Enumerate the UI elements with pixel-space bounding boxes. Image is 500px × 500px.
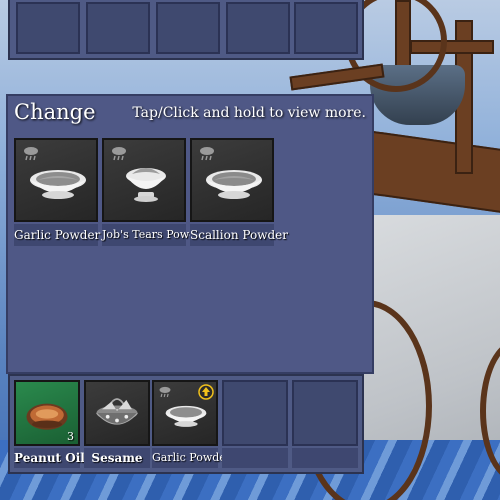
inventory-slot-peanut-oil[interactable]: 3 xyxy=(14,380,80,446)
inventory-slot[interactable] xyxy=(226,2,290,54)
panel-title: Change xyxy=(14,100,96,124)
slot-label: Garlic Powder xyxy=(152,448,231,468)
bottom-inventory-panel: 3 Peanut Oil Sesame Garlic Powder xyxy=(8,374,364,474)
change-item[interactable]: Garlic Powder xyxy=(14,138,100,246)
rain-cloud-icon xyxy=(24,147,38,161)
upgrade-arrow-icon xyxy=(198,384,214,400)
garlic-powder-bowl-icon xyxy=(30,170,86,199)
rain-cloud-icon xyxy=(200,147,214,161)
inventory-slot[interactable] xyxy=(16,2,80,54)
item-icon-frame[interactable] xyxy=(14,138,98,222)
garlic-powder-bowl-icon xyxy=(165,405,207,427)
item-label: Scallion Powder xyxy=(190,224,288,246)
inventory-slot[interactable] xyxy=(294,2,358,54)
rain-cloud-icon xyxy=(159,386,171,398)
panel-hint: Tap/Click and hold to view more. xyxy=(132,105,366,121)
inventory-slot[interactable] xyxy=(156,2,220,54)
sesame-basket-icon xyxy=(96,398,138,425)
scallion-powder-bowl-icon xyxy=(206,170,262,199)
item-icon-frame[interactable] xyxy=(102,138,186,222)
slot-label: Peanut Oil xyxy=(14,448,85,468)
inventory-slot[interactable] xyxy=(86,2,150,54)
slot-label-empty xyxy=(222,448,288,468)
jobs-tears-powder-bowl-icon xyxy=(126,168,166,202)
slot-label-empty xyxy=(292,448,358,468)
inventory-slot-empty[interactable] xyxy=(292,380,358,446)
inventory-slot-garlic-powder[interactable] xyxy=(152,380,218,446)
inventory-slot-empty[interactable] xyxy=(222,380,288,446)
change-item[interactable]: Scallion Powder xyxy=(190,138,288,246)
slot-label: Sesame xyxy=(84,448,150,468)
change-item[interactable]: Job's Tears Powder xyxy=(102,138,208,246)
change-panel: Change Tap/Click and hold to view more. … xyxy=(6,94,374,374)
rain-cloud-icon xyxy=(112,147,126,161)
top-inventory-panel xyxy=(8,0,364,60)
item-quantity: 3 xyxy=(67,430,74,443)
inventory-slot-sesame[interactable] xyxy=(84,380,150,446)
item-label: Garlic Powder xyxy=(14,224,100,246)
item-label: Job's Tears Powder xyxy=(102,224,208,246)
item-icon-frame[interactable] xyxy=(190,138,274,222)
